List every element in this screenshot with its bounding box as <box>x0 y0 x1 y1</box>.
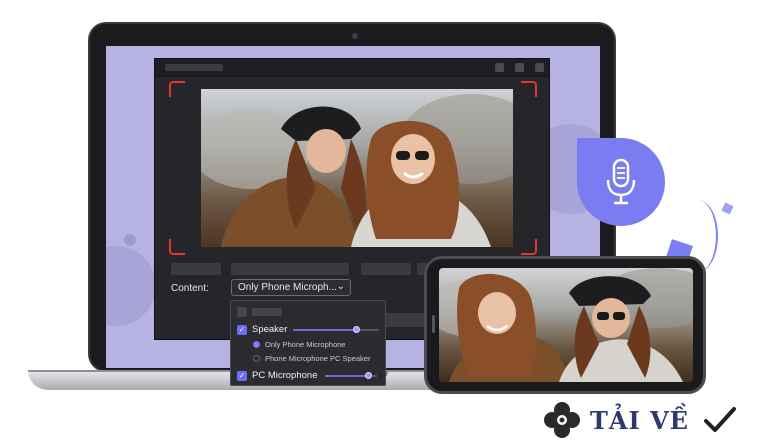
record-frame-corner-tl <box>169 81 185 97</box>
microphone-icon <box>606 158 636 205</box>
checkmark-icon <box>703 407 736 432</box>
close-button[interactable] <box>535 63 544 72</box>
checkbox[interactable] <box>237 307 247 317</box>
speaker-label: Speaker <box>252 324 288 335</box>
speaker-volume-knob[interactable] <box>353 326 360 333</box>
background-blob <box>106 246 156 326</box>
content-source-select[interactable]: Only Phone Microph... ⌄ <box>231 279 351 296</box>
option-only-phone-mic-label: Only Phone Microphone <box>265 340 346 349</box>
minimize-button[interactable] <box>495 63 504 72</box>
record-frame-corner-br <box>521 239 537 255</box>
watermark: TẢI VỀ <box>542 400 737 440</box>
control-placeholder <box>361 263 411 275</box>
option-only-phone-mic[interactable]: Only Phone Microphone <box>253 340 345 349</box>
window-title-placeholder <box>165 64 223 71</box>
option-phone-mic-pc-speaker[interactable]: Phone Microphone PC Speaker <box>253 354 370 363</box>
microphone-badge <box>577 138 665 226</box>
phone-screen <box>439 268 693 382</box>
pc-mic-volume-track[interactable] <box>325 375 369 377</box>
watermark-text: TẢI VỀ <box>590 405 689 435</box>
window-titlebar <box>155 59 549 77</box>
control-placeholder <box>231 263 349 275</box>
control-placeholder <box>171 263 221 275</box>
placeholder-bar <box>252 308 282 316</box>
radio-selected[interactable] <box>253 341 260 348</box>
phone-landscape <box>424 256 706 394</box>
screen-mirror-preview <box>201 89 513 247</box>
option-phone-mic-pc-speaker-label: Phone Microphone PC Speaker <box>265 354 371 363</box>
record-frame-corner-tr <box>521 81 537 97</box>
speaker-volume-track[interactable] <box>293 329 357 331</box>
speaker-checkbox[interactable]: ✓ <box>237 324 247 335</box>
maximize-button[interactable] <box>515 63 524 72</box>
radio-unselected[interactable] <box>253 355 260 362</box>
phone-button <box>432 315 435 333</box>
record-frame-corner-bl <box>169 239 185 255</box>
content-label: Content: <box>171 283 209 294</box>
phone-photo <box>439 268 693 382</box>
chevron-down-icon: ⌄ <box>336 281 345 292</box>
dropdown-placeholder-row <box>237 307 282 317</box>
speaker-row[interactable]: ✓ Speaker <box>237 324 287 335</box>
laptop-camera <box>352 33 358 39</box>
decorative-square <box>721 202 734 215</box>
preview-photo <box>201 94 513 247</box>
clover-icon <box>544 402 580 438</box>
pc-mic-volume-knob[interactable] <box>365 372 372 379</box>
background-dot <box>124 234 136 246</box>
pc-microphone-checkbox[interactable]: ✓ <box>237 370 247 381</box>
pc-microphone-row[interactable]: ✓ PC Microphone <box>237 370 317 381</box>
pc-microphone-label: PC Microphone <box>252 370 318 381</box>
speaker-volume-rest <box>357 329 379 331</box>
audio-source-dropdown: ✓ Speaker Only Phone Microphone Phone Mi… <box>230 300 386 386</box>
content-select-value: Only Phone Microph... <box>238 282 337 293</box>
